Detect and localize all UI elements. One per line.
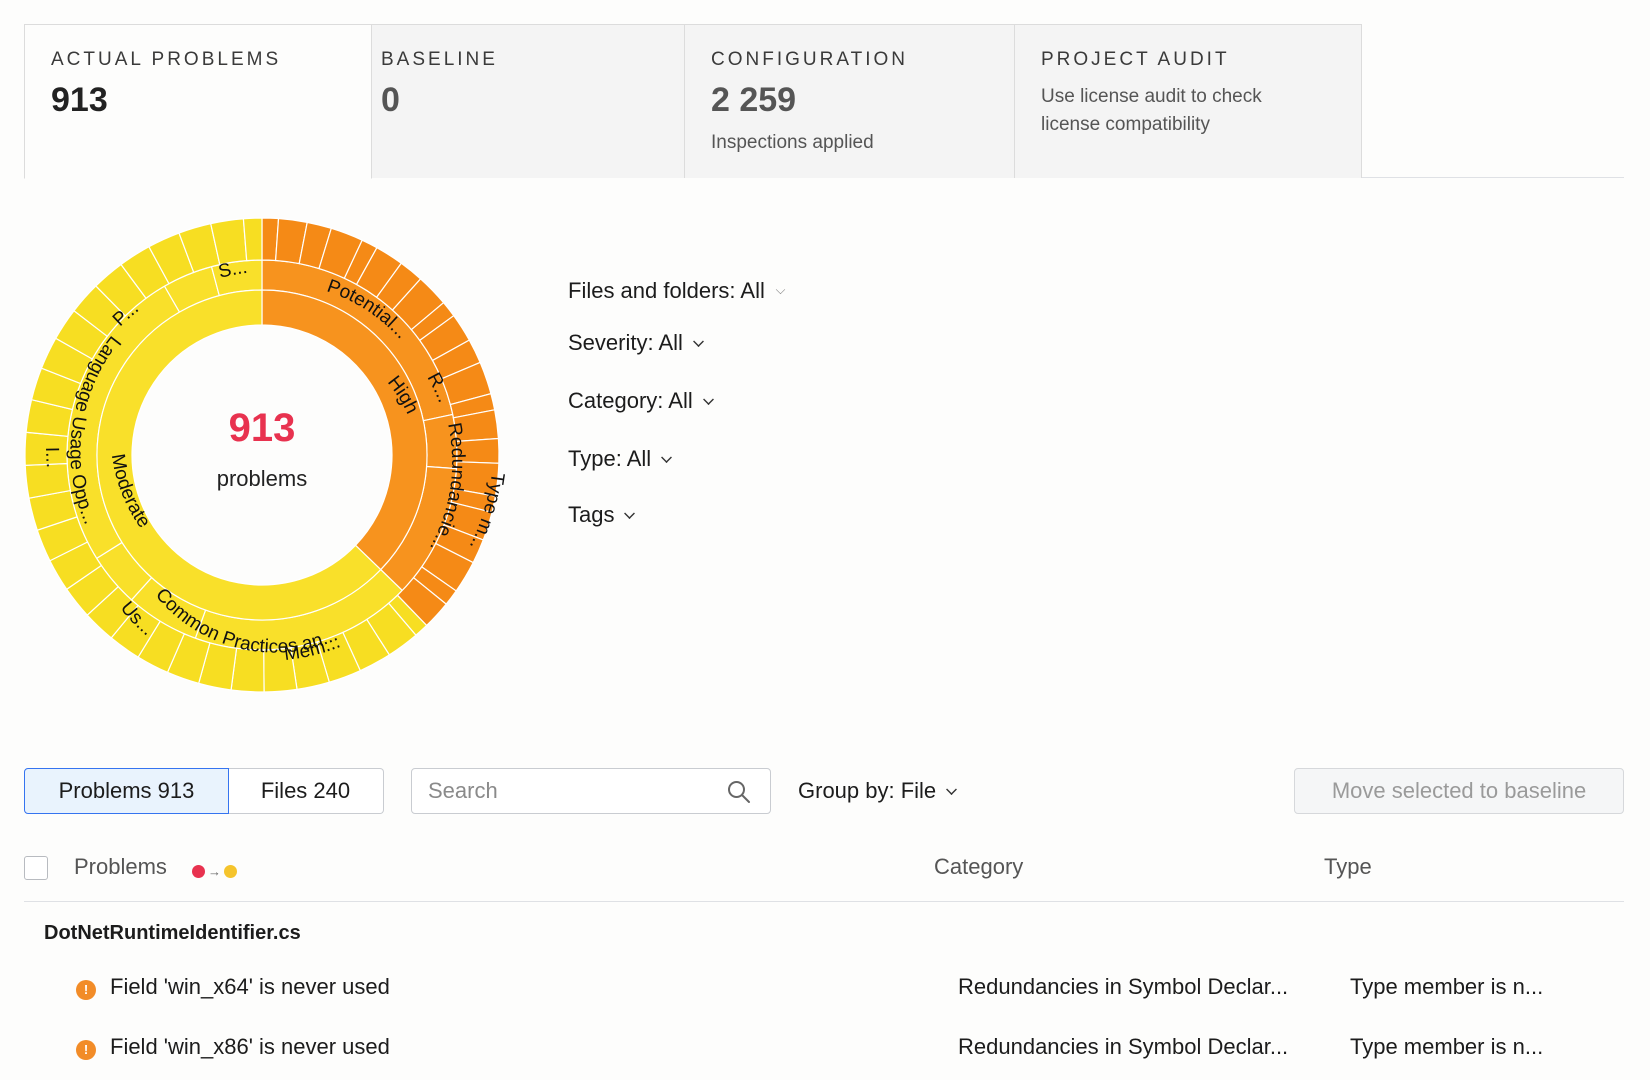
problem-type: Type member is n... [1350, 974, 1544, 999]
move-to-baseline-button[interactable]: Move selected to baseline [1294, 768, 1624, 814]
total-problems-count: 913 [228, 406, 296, 450]
problems-table-header: Problems → Category Type [24, 850, 1624, 902]
arrow-right-icon: → [208, 864, 221, 879]
column-header-category[interactable]: Category [934, 854, 1023, 880]
card-value: 913 [51, 81, 108, 119]
tab-problems[interactable]: Problems 913 [24, 768, 229, 814]
sunburst-segment-subtype[interactable] [242, 217, 263, 262]
group-by-label: Group by: File [798, 778, 937, 803]
sunburst-inner-ring[interactable] [96, 289, 428, 621]
chevron-down-icon [661, 451, 673, 463]
table-row[interactable]: ! Field 'win_x64' is never used Redundan… [24, 974, 1624, 1024]
card-baseline[interactable]: BASELINE 0 [354, 24, 702, 178]
filter-tags[interactable]: Tags [568, 502, 636, 528]
card-title: PROJECT AUDIT [1041, 49, 1230, 70]
chevron-down-icon [702, 393, 714, 405]
table-row[interactable]: ! Field 'win_x86' is never used Redundan… [24, 1034, 1624, 1080]
total-problems-label: problems [216, 466, 308, 491]
search-input[interactable] [428, 777, 718, 805]
file-group-title[interactable]: DotNetRuntimeIdentifier.cs [44, 922, 301, 945]
svg-text:I...: I... [41, 447, 63, 469]
severity-sort-indicator[interactable]: → [192, 865, 237, 878]
search-box[interactable] [411, 768, 771, 814]
card-description-line: license compatibility [1041, 114, 1210, 135]
problem-category: Redundancies in Symbol Declar... [958, 1034, 1289, 1059]
warning-icon: ! [76, 980, 96, 1000]
filter-type[interactable]: Type: All [568, 446, 673, 472]
filter-severity[interactable]: Severity: All [568, 330, 704, 356]
card-actual-problems[interactable]: ACTUAL PROBLEMS 913 [24, 24, 372, 179]
card-project-audit[interactable]: PROJECT AUDIT Use license audit to check… [1014, 24, 1362, 178]
card-title: BASELINE [381, 49, 498, 70]
filter-category[interactable]: Category: All [568, 388, 714, 414]
column-header-problems[interactable]: Problems [74, 854, 167, 880]
card-description-line: Use license audit to check [1041, 86, 1262, 107]
group-by-dropdown[interactable]: Group by: File [798, 778, 958, 804]
severity-moderate-dot-icon [224, 865, 237, 878]
problem-category: Redundancies in Symbol Declar... [958, 974, 1289, 999]
category-label-i: I... [41, 447, 63, 469]
card-title: CONFIGURATION [711, 49, 908, 70]
warning-icon: ! [76, 1040, 96, 1060]
filter-label: Tags [568, 502, 615, 527]
chevron-down-icon [624, 507, 636, 519]
search-icon[interactable] [726, 779, 752, 805]
filter-label: Files and folders: All [568, 278, 765, 303]
filter-label: Category: All [568, 388, 693, 413]
summary-cards: ACTUAL PROBLEMS 913 BASELINE 0 CONFIGURA… [24, 24, 1624, 179]
card-description: Use license audit to check license compa… [1041, 83, 1335, 139]
chevron-down-icon [775, 284, 786, 294]
tab-files[interactable]: Files 240 [228, 768, 384, 814]
sunburst-outer-ring[interactable] [24, 217, 500, 693]
chevron-down-icon [692, 335, 704, 347]
problem-type: Type member is n... [1350, 1034, 1544, 1059]
problem-text: Field 'win_x64' is never used [110, 974, 390, 999]
column-header-type[interactable]: Type [1324, 854, 1372, 880]
card-title: ACTUAL PROBLEMS [51, 49, 282, 70]
card-value: 2 259 [711, 81, 797, 119]
card-subtitle: Inspections applied [711, 132, 874, 153]
card-configuration[interactable]: CONFIGURATION 2 259 Inspections applied [684, 24, 1032, 178]
chevron-down-icon [946, 783, 958, 795]
filter-label: Severity: All [568, 330, 683, 355]
severity-high-dot-icon [192, 865, 205, 878]
problem-text: Field 'win_x86' is never used [110, 1034, 390, 1059]
select-all-checkbox[interactable] [24, 856, 48, 880]
card-value: 0 [381, 81, 400, 119]
filter-files-folders[interactable]: Files and folders: All [568, 278, 786, 304]
filter-label: Type: All [568, 446, 652, 471]
